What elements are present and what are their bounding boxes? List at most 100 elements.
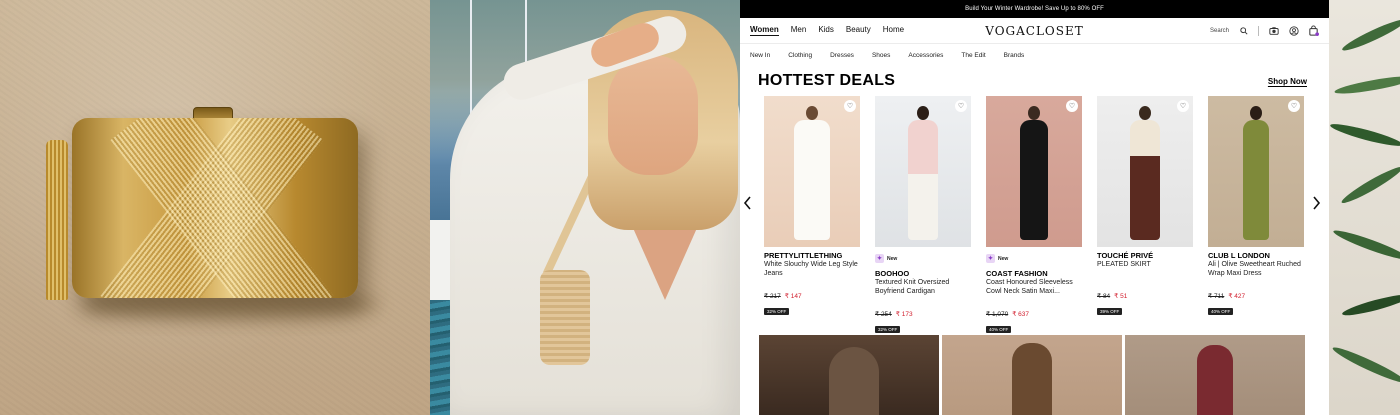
heart-icon[interactable]: ♡	[1066, 100, 1078, 112]
search-icon[interactable]	[1238, 25, 1249, 36]
product-model	[794, 120, 830, 240]
product-card[interactable]: ♡ PRETTYLITTLETHING White Slouchy Wide L…	[764, 96, 864, 336]
category-kids[interactable]: Kids	[818, 25, 834, 36]
product-name[interactable]: Ali | Olive Sweetheart Ruched Wrap Maxi …	[1208, 260, 1308, 287]
header-tools: Search	[1210, 25, 1319, 36]
discount-badge: 32% OFF	[764, 308, 790, 315]
account-icon[interactable]	[1288, 25, 1299, 36]
product-card[interactable]: ♡ CLUB L LONDON Ali | Olive Sweetheart R…	[1208, 96, 1308, 336]
product-name[interactable]: Textured Knit Oversized Boyfriend Cardig…	[875, 278, 975, 305]
product-model-head	[1139, 106, 1151, 120]
discount-badge: 40% OFF	[1208, 308, 1234, 315]
product-price: ₹ 254 ₹ 173	[875, 310, 975, 318]
sale-price: ₹ 173	[895, 311, 913, 318]
chevron-right-icon[interactable]	[1312, 194, 1321, 215]
palm-photo	[1329, 0, 1400, 415]
site-logo[interactable]: VOGACLOSET	[985, 24, 1084, 38]
search-label[interactable]: Search	[1210, 28, 1229, 34]
product-card[interactable]: ♡ TOUCHÉ PRIVÉ PLEATED SKIRT ₹ 84 ₹ 51 39…	[1097, 96, 1197, 336]
subnav-accessories[interactable]: Accessories	[908, 52, 943, 59]
subnav-new-in[interactable]: New In	[750, 52, 770, 59]
chevron-left-icon[interactable]	[743, 194, 752, 215]
product-brand: COAST FASHION	[986, 269, 1048, 278]
editorial-banner[interactable]	[1125, 335, 1305, 415]
editorial-banners	[759, 335, 1305, 415]
clutch-tassel	[46, 140, 68, 300]
product-name[interactable]: PLEATED SKIRT	[1097, 260, 1197, 287]
editorial-banner[interactable]	[759, 335, 939, 415]
original-price: ₹ 254	[875, 311, 892, 318]
product-model-head	[917, 106, 929, 120]
promo-bar[interactable]: Build Your Winter Wardrobe! Save Up to 8…	[740, 0, 1329, 18]
subnav-clothing[interactable]: Clothing	[788, 52, 812, 59]
product-image[interactable]: ♡	[764, 96, 860, 247]
product-price: ₹ 1,070 ₹ 637	[986, 310, 1086, 318]
product-name[interactable]: White Slouchy Wide Leg Style Jeans	[764, 260, 864, 287]
sale-price: ₹ 147	[784, 293, 802, 300]
banner-model	[1197, 345, 1233, 415]
heart-icon[interactable]: ♡	[1288, 100, 1300, 112]
category-nav: Women Men Kids Beauty Home	[750, 25, 904, 36]
palm-leaf	[1340, 15, 1400, 55]
heart-icon[interactable]: ♡	[844, 100, 856, 112]
product-image[interactable]: ♡	[1097, 96, 1193, 247]
camera-search-icon[interactable]	[1268, 25, 1279, 36]
original-price: ₹ 711	[1208, 293, 1225, 300]
gold-clutch	[72, 118, 358, 298]
discount-badge: 40% OFF	[986, 326, 1012, 333]
product-carousel: ♡ PRETTYLITTLETHING White Slouchy Wide L…	[740, 96, 1329, 334]
heart-icon[interactable]: ♡	[955, 100, 967, 112]
product-price: ₹ 217 ₹ 147	[764, 292, 864, 300]
new-badge: ✦ New	[986, 254, 1008, 263]
discount-badge: 32% OFF	[875, 326, 901, 333]
model-photo	[430, 0, 740, 415]
product-model-head	[1250, 106, 1262, 120]
product-model-head	[1028, 106, 1040, 120]
product-brand: BOOHOO	[875, 269, 910, 278]
product-image[interactable]: ♡	[875, 96, 971, 247]
product-model	[908, 120, 938, 240]
palm-leaf	[1333, 73, 1400, 97]
palm-leaf	[1340, 291, 1400, 319]
clutch-photo	[0, 0, 430, 415]
category-home[interactable]: Home	[883, 25, 904, 36]
palm-leaf	[1331, 226, 1400, 264]
banner-model	[829, 347, 879, 415]
palm-leaf	[1329, 120, 1400, 150]
subnav-brands[interactable]: Brands	[1004, 52, 1025, 59]
original-price: ₹ 217	[764, 293, 781, 300]
new-badge-label: New	[998, 255, 1009, 262]
product-card[interactable]: ♡ ✦ New BOOHOO Textured Knit Oversized Bo…	[875, 96, 975, 336]
editorial-banner[interactable]	[942, 335, 1122, 415]
section-title: HOTTEST DEALS	[758, 72, 896, 89]
shop-now-link[interactable]: Shop Now	[1268, 77, 1307, 86]
sale-price: ₹ 427	[1228, 293, 1246, 300]
shopping-bag-icon[interactable]	[1308, 25, 1319, 36]
product-card[interactable]: ♡ ✦ New COAST FASHION Coast Honoured Slee…	[986, 96, 1086, 336]
product-image[interactable]: ♡	[1208, 96, 1304, 247]
banner-model	[1012, 343, 1052, 415]
product-image[interactable]: ♡	[986, 96, 1082, 247]
palm-leaf	[1339, 163, 1400, 207]
divider	[1258, 25, 1259, 36]
product-model	[1020, 120, 1048, 240]
palm-leaf	[1330, 343, 1400, 387]
heart-icon[interactable]: ♡	[1177, 100, 1189, 112]
top-navigation: Women Men Kids Beauty Home VOGACLOSET Se…	[740, 18, 1329, 44]
original-price: ₹ 1,070	[986, 311, 1009, 318]
product-name[interactable]: Coast Honoured Sleeveless Cowl Neck Sati…	[986, 278, 1086, 305]
discount-badge: 39% OFF	[1097, 308, 1123, 315]
category-women[interactable]: Women	[750, 25, 779, 36]
product-model	[1243, 120, 1269, 240]
model-face	[608, 55, 698, 175]
new-badge-label: New	[887, 255, 898, 262]
subnav-shoes[interactable]: Shoes	[872, 52, 890, 59]
category-men[interactable]: Men	[791, 25, 807, 36]
category-beauty[interactable]: Beauty	[846, 25, 871, 36]
sparkle-icon: ✦	[986, 254, 995, 263]
product-model	[1130, 120, 1160, 240]
sale-price: ₹ 637	[1012, 311, 1030, 318]
subnav-the-edit[interactable]: The Edit	[961, 52, 985, 59]
subnav-dresses[interactable]: Dresses	[830, 52, 854, 59]
straw-bag	[540, 270, 590, 365]
